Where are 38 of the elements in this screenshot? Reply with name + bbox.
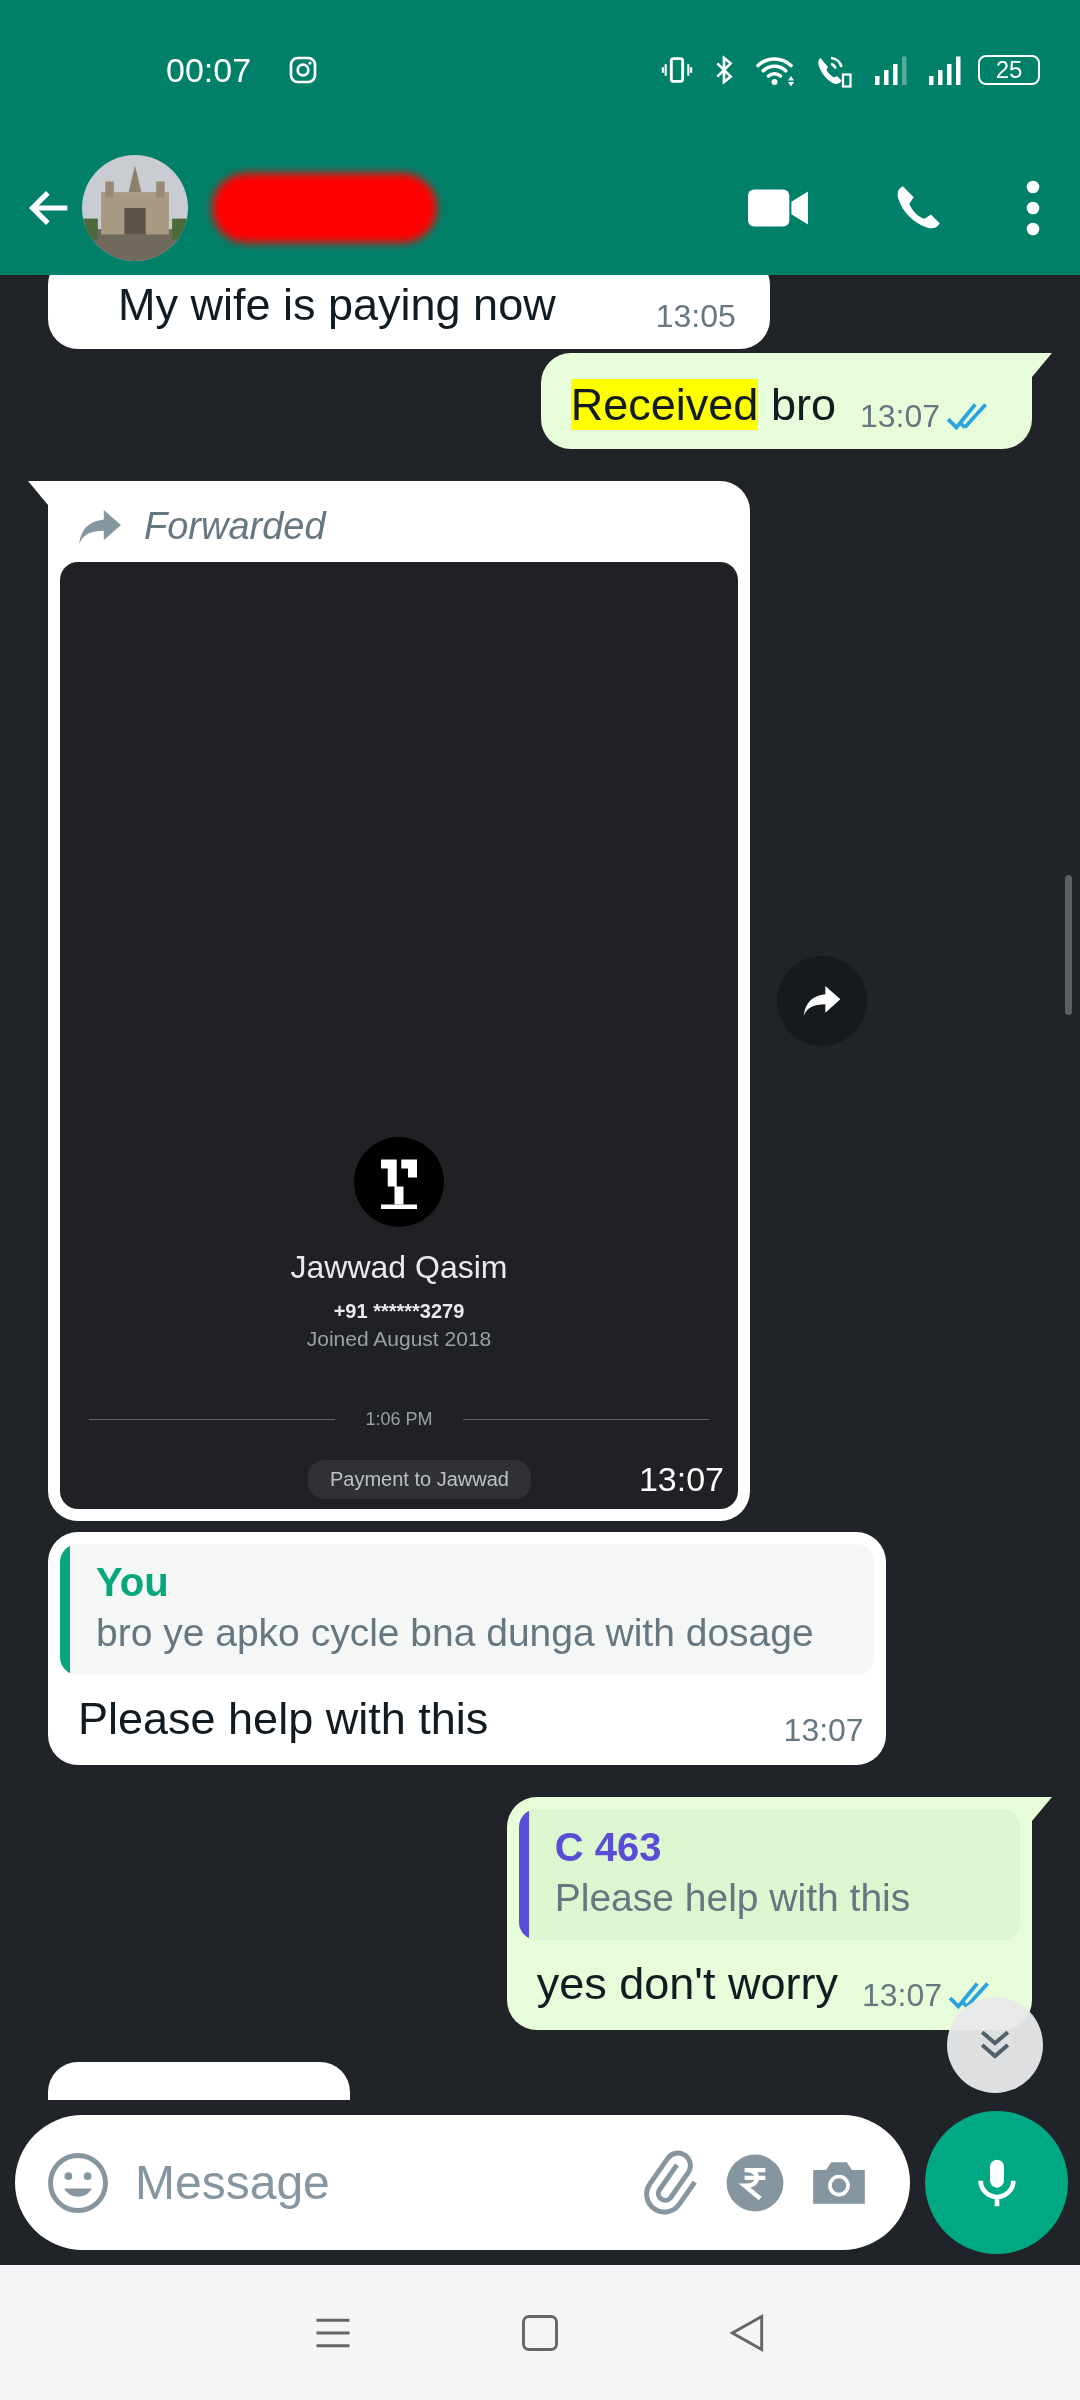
video-call-icon[interactable] <box>748 186 810 229</box>
quote-text: Please help with this <box>554 1876 912 1920</box>
scrollbar[interactable] <box>1065 875 1072 1015</box>
payment-card: Payment to Jawwad <box>308 1460 531 1499</box>
forward-arrow-icon <box>802 984 842 1018</box>
quoted-message[interactable]: You bro ye apko cycle bna dunga with dosage <box>60 1544 874 1675</box>
contact-phone: +91 ******3279 <box>333 1300 465 1323</box>
message-bubble[interactable]: My wife is paying now 13:05 <box>48 275 770 349</box>
bubble-tail <box>1032 1797 1052 1821</box>
message-bubble[interactable]: You bro ye apko cycle bna dunga with dosage Please help with this 13:07 <box>48 1532 886 1765</box>
message-time: 13:07 <box>638 1460 724 1499</box>
bubble-tail <box>1032 353 1052 377</box>
message-bubble[interactable]: Forwarded Jawwad Qasim +91 ******3279 Joined August 2018 1:06 PM Payment to Jawwad 13:07 <box>48 481 750 1521</box>
message-bubble[interactable]: Received bro 13:07 <box>540 353 1032 449</box>
quote-author: C 463 <box>554 1825 663 1870</box>
logo-icon <box>354 1137 444 1227</box>
message-text: Please help with this <box>78 1692 489 1746</box>
message-text: yes don't worry <box>536 1957 838 2011</box>
status-time: 00:07 <box>166 50 252 90</box>
message-time: 13:07 <box>859 398 940 435</box>
bubble-tail <box>28 481 48 505</box>
divider-time: 1:06 PM <box>365 1409 433 1430</box>
screenshot-image[interactable]: Jawwad Qasim +91 ******3279 Joined August 2018 1:06 PM Payment to Jawwad 13:07 <box>60 562 738 1509</box>
quote-text: bro ye apko cycle bna dunga with dosage <box>96 1611 814 1655</box>
forwarded-label: Forwarded <box>144 505 326 548</box>
more-options-icon[interactable] <box>1026 179 1040 236</box>
message-text: Received bro <box>570 378 836 432</box>
contact-name: Jawwad Qasim <box>290 1249 508 1286</box>
message-time: 13:05 <box>655 298 736 335</box>
message-input[interactable]: Message <box>133 2154 614 2211</box>
battery-icon: 25 <box>978 55 1040 85</box>
quoted-message[interactable]: C 463 Please help with this <box>518 1809 1020 1940</box>
message-bubble[interactable]: C 463 Please help with this yes don't worry 13:07 <box>506 1797 1032 2030</box>
message-time: 13:07 <box>861 1977 942 2014</box>
joined-date: Joined August 2018 <box>306 1327 492 1351</box>
quote-author: You <box>96 1560 170 1605</box>
message-time: 13:07 <box>783 1712 864 1749</box>
message-text: My wife is paying now <box>118 278 556 332</box>
